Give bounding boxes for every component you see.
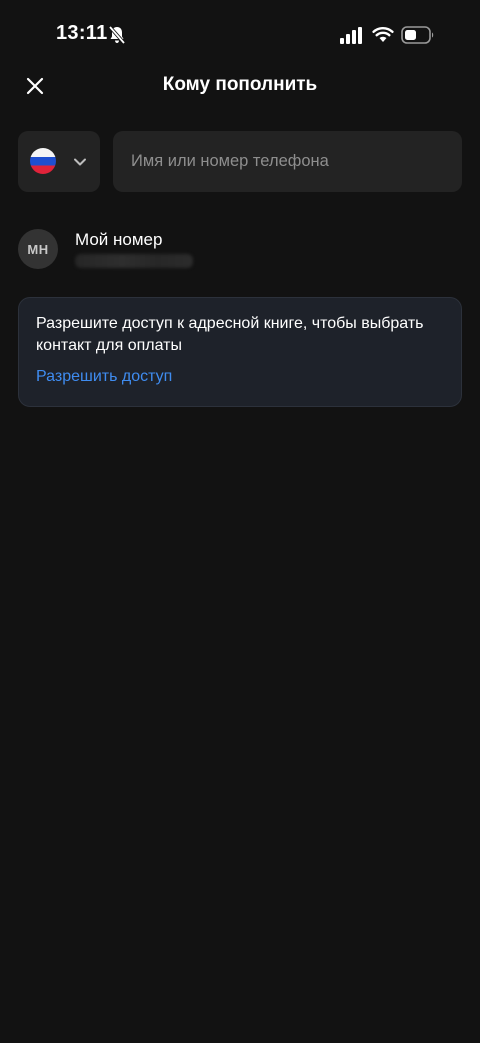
my-number-item[interactable]: МН Мой номер <box>18 226 462 274</box>
country-selector[interactable] <box>18 131 100 192</box>
avatar: МН <box>18 229 58 269</box>
bell-muted-icon <box>108 25 126 45</box>
battery-icon <box>401 26 434 44</box>
status-time: 13:11 <box>56 22 108 44</box>
contacts-access-card: Разрешите доступ к адресной книге, чтобы… <box>18 297 462 407</box>
status-bar: 13:11 <box>0 0 480 70</box>
wifi-icon <box>372 27 394 42</box>
chevron-down-icon <box>74 158 86 166</box>
search-field[interactable] <box>113 131 462 192</box>
search-input[interactable] <box>113 131 462 192</box>
contact-name: Мой номер <box>75 230 163 249</box>
russia-flag-icon <box>30 148 56 174</box>
allow-access-link[interactable]: Разрешить доступ <box>36 368 172 386</box>
contacts-access-message: Разрешите доступ к адресной книге, чтобы… <box>36 315 424 354</box>
page-title: Кому пополнить <box>162 74 318 95</box>
contact-phone-redacted <box>75 254 193 268</box>
signal-icon <box>340 27 362 44</box>
